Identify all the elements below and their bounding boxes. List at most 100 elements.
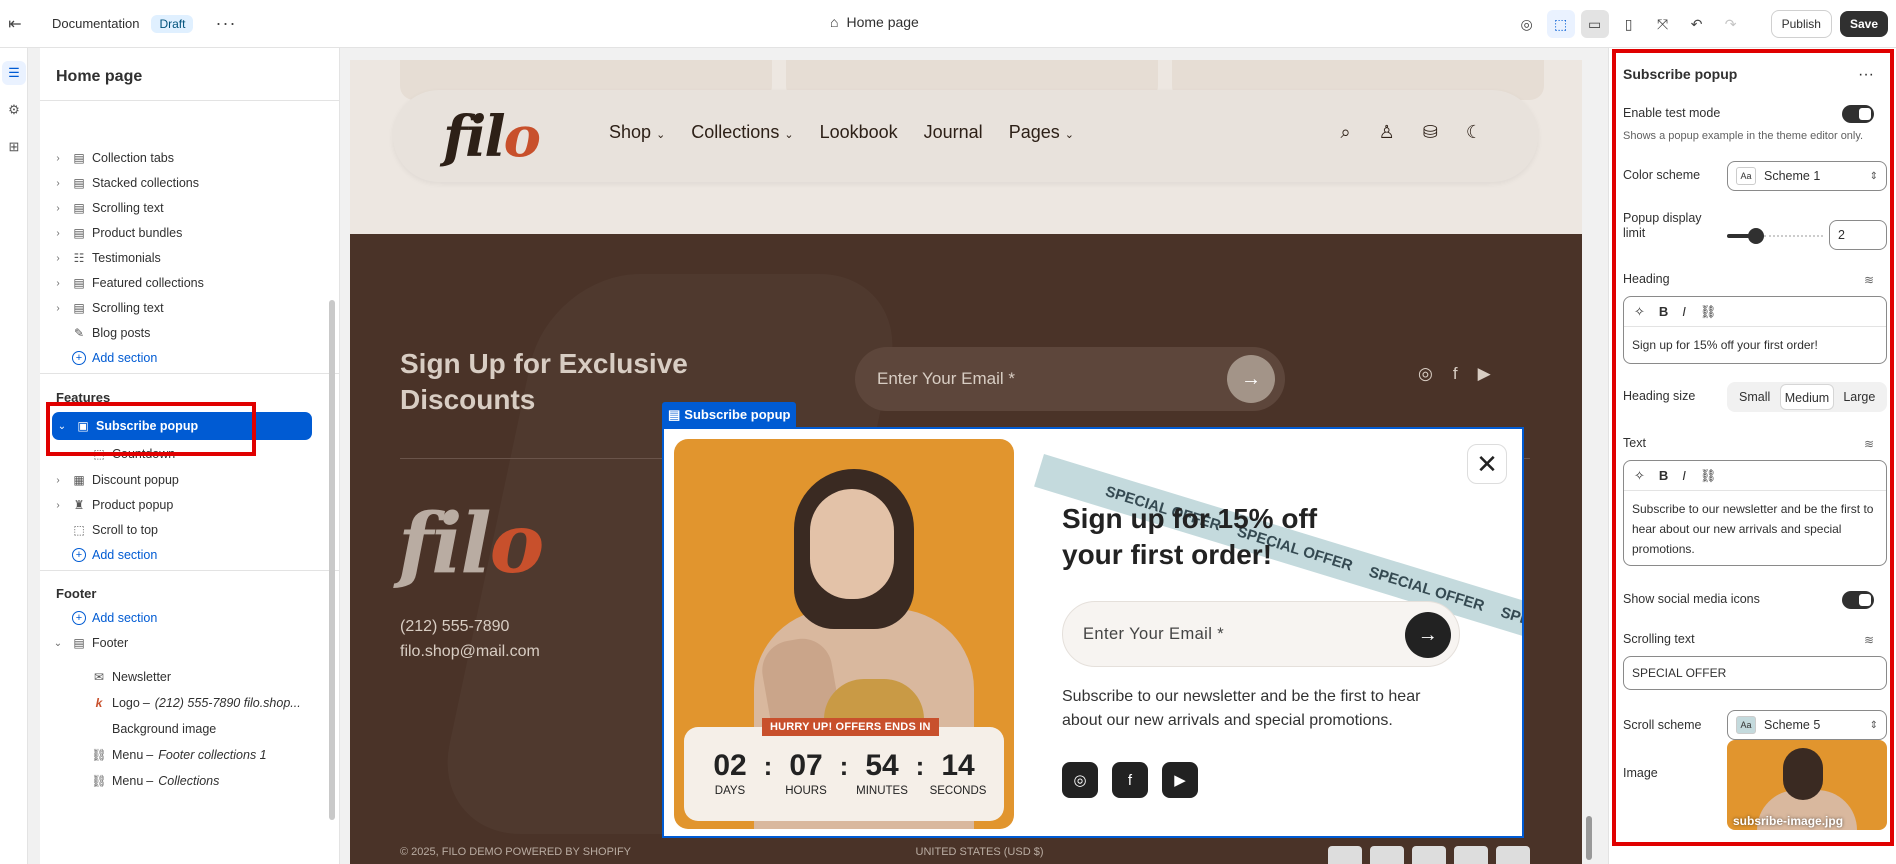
bold-icon[interactable]: B (1659, 468, 1668, 483)
list-icon: ☷ (73, 251, 85, 265)
nav-item-lookbook[interactable]: Lookbook (820, 122, 898, 143)
italic-icon[interactable]: I (1682, 468, 1686, 483)
currency-selector[interactable]: UNITED STATES (USD $) (916, 846, 1044, 864)
nav-item-collections[interactable]: Collections ⌄ (691, 122, 793, 143)
facebook-icon[interactable]: f (1453, 364, 1458, 384)
popup-email-input[interactable]: Enter Your Email * → (1062, 601, 1460, 667)
section-item[interactable]: ⬚ Scroll to top (48, 518, 320, 542)
scroll-scheme-select[interactable]: Aa Scheme 5 ⇕ (1727, 710, 1887, 740)
close-icon[interactable]: ✕ (1467, 444, 1507, 484)
instagram-icon[interactable]: ◎ (1062, 762, 1098, 798)
bold-icon[interactable]: B (1659, 304, 1668, 319)
database-icon[interactable]: ≋ (1864, 273, 1874, 287)
undo-icon[interactable]: ↶ (1683, 10, 1711, 38)
display-limit-slider[interactable] (1727, 226, 1823, 246)
color-scheme-select[interactable]: Aa Scheme 1 ⇕ (1727, 161, 1887, 191)
add-section-button[interactable]: + Add section (48, 346, 320, 370)
more-actions-icon[interactable]: ··· (215, 13, 236, 34)
nav-item-journal[interactable]: Journal (924, 122, 983, 143)
youtube-icon[interactable]: ▶ (1162, 762, 1198, 798)
block-item[interactable]: k Logo – (212) 555-7890 filo.shop... (68, 691, 339, 715)
sections-icon[interactable]: ☰ (2, 61, 26, 85)
chevron-right-icon[interactable]: › (48, 228, 68, 239)
heading-text[interactable]: Sign up for 15% off your first order! (1624, 327, 1886, 363)
section-item[interactable]: › ▤ Scrolling text (48, 296, 320, 320)
popup-editor-label[interactable]: ▤ Subscribe popup (662, 402, 797, 427)
test-mode-toggle[interactable] (1842, 105, 1874, 123)
section-item[interactable]: › ♜ Product popup (48, 493, 320, 517)
chevron-right-icon[interactable]: › (48, 278, 68, 289)
body-text[interactable]: Subscribe to our newsletter and be the f… (1624, 491, 1886, 565)
mobile-icon[interactable]: ▯ (1615, 10, 1643, 38)
italic-icon[interactable]: I (1682, 304, 1686, 319)
size-large-option[interactable]: Large (1834, 384, 1885, 410)
section-item[interactable]: › ☷ Testimonials (48, 246, 320, 270)
section-item[interactable]: › ▤ Product bundles (48, 221, 320, 245)
more-actions-icon[interactable]: ··· (1858, 66, 1874, 84)
section-item[interactable]: › ▤ Featured collections (48, 271, 320, 295)
size-small-option[interactable]: Small (1729, 384, 1780, 410)
section-item[interactable]: ⌄ ▤ Footer (48, 631, 320, 655)
account-icon[interactable]: ♙ (1379, 122, 1395, 143)
scrolling-text-input[interactable]: SPECIAL OFFER (1623, 656, 1887, 690)
link-icon[interactable]: ⛓ (1700, 468, 1717, 484)
chevron-right-icon[interactable]: › (48, 153, 68, 164)
inspector-icon[interactable]: ⬚ (1546, 10, 1575, 38)
facebook-icon[interactable]: f (1112, 762, 1148, 798)
link-icon[interactable]: ⛓ (1700, 304, 1717, 320)
section-item[interactable]: › ▤ Collection tabs (48, 146, 320, 170)
chevron-right-icon[interactable]: › (48, 178, 68, 189)
add-section-button[interactable]: + Add section (48, 606, 320, 630)
add-section-button[interactable]: + Add section (48, 543, 320, 567)
chevron-right-icon[interactable]: › (48, 203, 68, 214)
footer-email[interactable]: filo.shop@mail.com (400, 639, 540, 664)
section-item[interactable]: › ▤ Scrolling text (48, 196, 320, 220)
nav-item-pages[interactable]: Pages ⌄ (1009, 122, 1074, 143)
arrow-right-icon[interactable]: → (1405, 612, 1451, 658)
moon-icon[interactable]: ☾ (1466, 122, 1482, 143)
chevron-down-icon[interactable]: ⌄ (48, 638, 68, 649)
ai-icon[interactable]: ◎ (1513, 10, 1541, 38)
slider-handle[interactable] (1748, 228, 1764, 244)
footer-email-input[interactable]: Enter Your Email * → (855, 347, 1285, 411)
block-item[interactable]: ✉ Newsletter (68, 665, 339, 689)
heading-editor[interactable]: ✧ B I ⛓ Sign up for 15% off your first o… (1623, 296, 1887, 364)
section-item[interactable]: › ▤ Stacked collections (48, 171, 320, 195)
section-item[interactable]: › ▦ Discount popup (48, 468, 320, 492)
instagram-icon[interactable]: ◎ (1418, 364, 1433, 384)
publish-button[interactable]: Publish (1770, 10, 1832, 38)
sidebar-scrollbar[interactable] (329, 300, 335, 820)
chevron-right-icon[interactable]: › (48, 500, 68, 511)
block-item[interactable]: ⛓ Menu – Collections (68, 769, 339, 793)
search-icon[interactable]: ⌕ (1341, 122, 1351, 143)
redo-icon[interactable]: ↷ (1717, 10, 1745, 38)
site-logo[interactable]: filo (443, 104, 541, 170)
database-icon[interactable]: ≋ (1864, 633, 1874, 647)
canvas-scrollbar[interactable] (1586, 60, 1592, 860)
text-editor[interactable]: ✧ B I ⛓ Subscribe to our newsletter and … (1623, 460, 1887, 566)
save-button[interactable]: Save (1839, 11, 1888, 37)
sparkle-icon[interactable]: ✧ (1634, 304, 1645, 320)
apps-icon[interactable]: ⊞ (2, 135, 26, 159)
display-limit-input[interactable]: 2 (1829, 220, 1887, 250)
desktop-icon[interactable]: ▭ (1580, 10, 1609, 38)
block-item[interactable]: ⛓ Menu – Footer collections 1 (68, 743, 339, 767)
arrow-right-icon[interactable]: → (1227, 355, 1275, 403)
database-icon[interactable]: ≋ (1864, 437, 1874, 451)
section-item[interactable]: ✎ Blog posts (48, 321, 320, 345)
image-picker[interactable]: subsribe-image.jpg (1727, 740, 1887, 830)
block-item[interactable]: Background image (68, 717, 339, 741)
sparkle-icon[interactable]: ✧ (1634, 468, 1645, 484)
social-icons-toggle[interactable] (1842, 591, 1874, 609)
nav-item-shop[interactable]: Shop ⌄ (609, 122, 665, 143)
chevron-right-icon[interactable]: › (48, 303, 68, 314)
chevron-right-icon[interactable]: › (48, 253, 68, 264)
fullscreen-icon[interactable]: ⤧ (1649, 10, 1677, 38)
settings-gear-icon[interactable]: ⚙ (2, 98, 26, 122)
chevron-right-icon[interactable]: › (48, 475, 68, 486)
youtube-icon[interactable]: ▶ (1478, 364, 1491, 384)
page-selector[interactable]: ⌂ Home page (830, 14, 919, 30)
size-medium-option[interactable]: Medium (1780, 384, 1834, 410)
exit-icon[interactable]: ⇤ (0, 9, 30, 39)
cart-icon[interactable]: ⛁ (1423, 122, 1438, 143)
